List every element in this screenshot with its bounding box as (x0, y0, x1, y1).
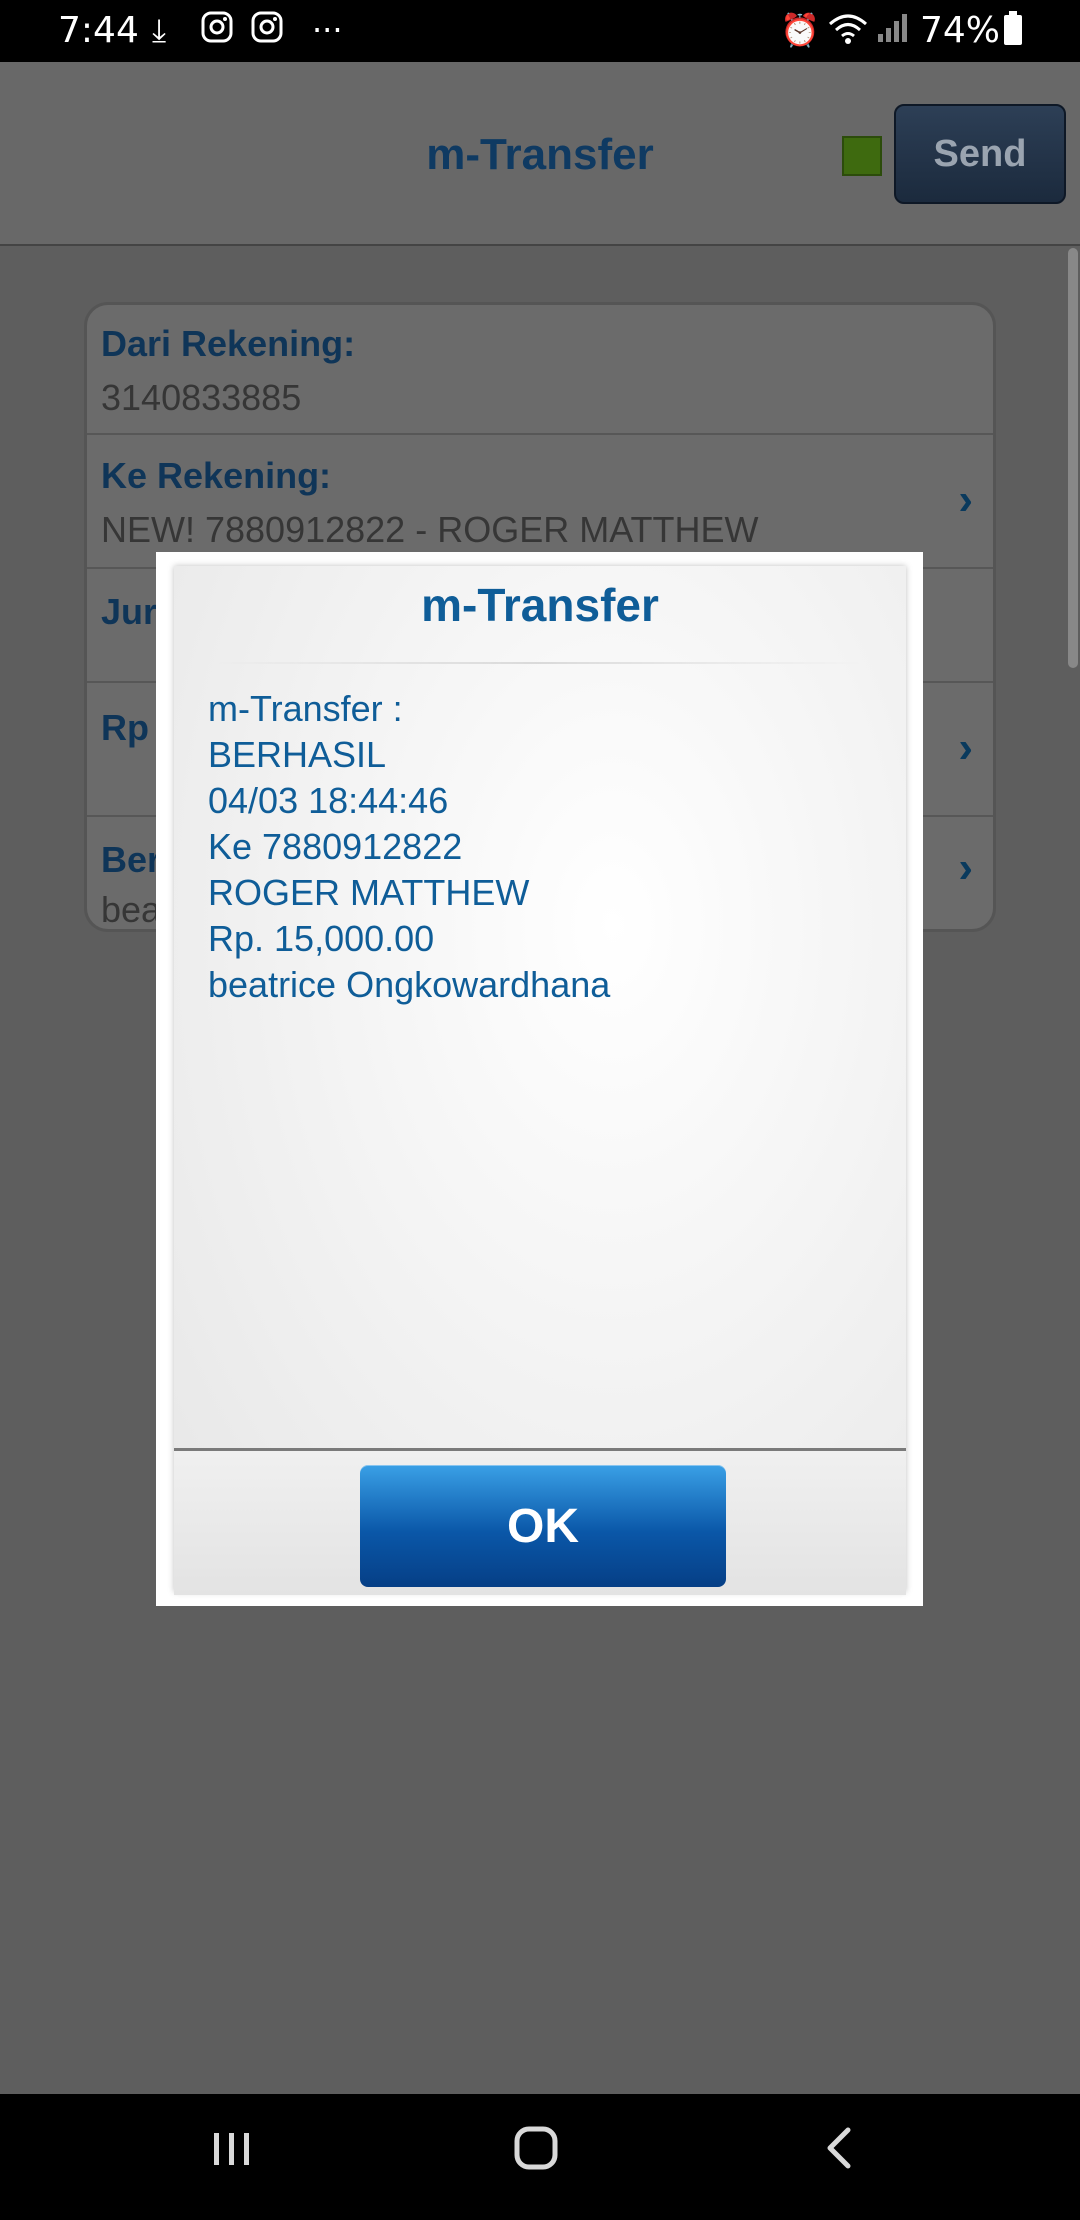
home-icon[interactable] (512, 2124, 560, 2185)
message-line: beatrice Ongkowardhana (208, 964, 611, 1005)
scrollbar[interactable] (1068, 248, 1078, 668)
dialog-divider (214, 662, 864, 664)
back-icon[interactable] (820, 2124, 860, 2185)
result-dialog: m-Transfer m-Transfer : BERHASIL 04/03 1… (156, 552, 923, 1606)
dialog-footer: OK (174, 1448, 906, 1595)
battery-icon (1002, 10, 1024, 55)
recent-apps-icon[interactable] (210, 2124, 254, 2184)
status-bar: 7:44 ⤓ ··· ⏰ 74% (0, 0, 1080, 62)
dialog-title: m-Transfer (421, 579, 659, 631)
row-value: NEW! 7880912822 - ROGER MATTHEW (101, 509, 759, 550)
download-icon: ⤓ (152, 11, 167, 49)
status-time: 7:44 (58, 10, 139, 51)
message-line: Ke 7880912822 (208, 826, 463, 867)
instagram-icon (200, 10, 234, 53)
wifi-icon (826, 10, 870, 55)
row-label: Ke Rekening: (101, 455, 332, 496)
message-line: Rp. 15,000.00 (208, 918, 435, 959)
row-label: Ber (101, 839, 162, 880)
row-value: bea (101, 889, 162, 930)
navigation-bar (0, 2094, 1080, 2220)
instagram-icon (250, 10, 284, 53)
signal-icon (876, 10, 910, 53)
form-row-from-account: Dari Rekening: 3140833885 (87, 305, 993, 435)
row-label: Rp (101, 707, 149, 748)
form-row-to-account[interactable]: Ke Rekening: NEW! 7880912822 - ROGER MAT… (87, 435, 993, 569)
row-label: Jur (101, 591, 158, 632)
status-indicator (842, 136, 882, 176)
dialog-content: m-Transfer m-Transfer : BERHASIL 04/03 1… (174, 566, 906, 1595)
chevron-right-icon: › (958, 843, 973, 892)
row-label: Dari Rekening: (101, 323, 356, 364)
dialog-message: m-Transfer : BERHASIL 04/03 18:44:46 Ke … (208, 686, 610, 1008)
chevron-right-icon: › (958, 723, 973, 772)
chevron-right-icon: › (958, 475, 973, 524)
row-value: 3140833885 (101, 377, 302, 418)
ok-button[interactable]: OK (360, 1465, 726, 1587)
message-line: 04/03 18:44:46 (208, 780, 449, 821)
app-bar: m-Transfer Send (0, 62, 1080, 246)
battery-percent: 74% (920, 10, 1001, 51)
more-dots-icon: ··· (312, 11, 343, 49)
message-line: BERHASIL (208, 734, 387, 775)
alarm-icon: ⏰ (780, 11, 820, 49)
send-button[interactable]: Send (894, 104, 1066, 204)
message-line: ROGER MATTHEW (208, 872, 530, 913)
message-line: m-Transfer : (208, 688, 403, 729)
